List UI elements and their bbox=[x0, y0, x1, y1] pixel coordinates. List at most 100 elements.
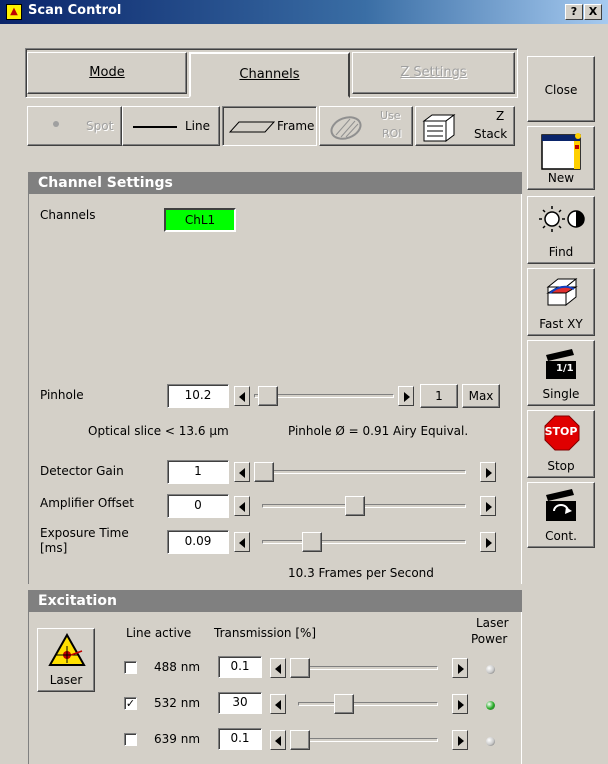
spot-icon bbox=[53, 121, 59, 127]
stop-sign-text: STOP bbox=[544, 425, 578, 438]
frame-icon bbox=[229, 121, 275, 133]
detector-gain-increase-button[interactable] bbox=[480, 462, 496, 482]
line-532-increase-button[interactable] bbox=[452, 694, 468, 714]
slider-track bbox=[298, 702, 438, 706]
line-488-transmission-field[interactable]: 0.1 bbox=[218, 656, 262, 678]
laser-power-label-1: Laser bbox=[476, 616, 509, 630]
pinhole-airy-text: Pinhole Ø = 0.91 Airy Equival. bbox=[288, 424, 469, 438]
arrow-left-icon bbox=[275, 700, 281, 710]
roi-icon bbox=[330, 116, 362, 140]
single-icon-text: 1/1 bbox=[556, 363, 574, 374]
pinhole-label: Pinhole bbox=[40, 388, 84, 402]
stop-label: Stop bbox=[547, 459, 575, 473]
line-532-slider-thumb[interactable] bbox=[334, 694, 354, 714]
line-532-slider[interactable] bbox=[298, 694, 438, 714]
fast-xy-icon bbox=[546, 277, 578, 307]
exposure-time-field[interactable]: 0.09 bbox=[167, 530, 229, 554]
frame-button[interactable]: Frame bbox=[222, 106, 317, 146]
slider-track bbox=[290, 738, 438, 742]
line-488-increase-button[interactable] bbox=[452, 658, 468, 678]
line-639-increase-button[interactable] bbox=[452, 730, 468, 750]
arrow-right-icon bbox=[458, 700, 464, 710]
tab-channels[interactable]: Channels bbox=[189, 52, 350, 98]
tab-mode[interactable]: Mode bbox=[27, 52, 187, 94]
line-button[interactable]: Line bbox=[122, 106, 220, 146]
single-button[interactable]: 1/1 Single bbox=[527, 340, 595, 406]
exposure-slider[interactable] bbox=[262, 532, 466, 552]
exposure-decrease-button[interactable] bbox=[234, 532, 250, 552]
pinhole-max-button[interactable]: Max bbox=[462, 384, 500, 408]
spot-button[interactable]: Spot bbox=[27, 106, 122, 146]
exposure-increase-button[interactable] bbox=[480, 532, 496, 552]
frame-label: Frame bbox=[277, 119, 315, 133]
detector-gain-field[interactable]: 1 bbox=[167, 460, 229, 484]
close-label: Close bbox=[544, 83, 578, 97]
slider-track bbox=[290, 666, 438, 670]
cont-label: Cont. bbox=[545, 529, 577, 543]
amplifier-offset-slider[interactable] bbox=[262, 496, 466, 516]
line-532-transmission-field[interactable]: 30 bbox=[218, 692, 262, 714]
line-488-checkbox[interactable] bbox=[124, 661, 137, 674]
amplifier-offset-increase-button[interactable] bbox=[480, 496, 496, 516]
line-488-label: 488 nm bbox=[154, 660, 201, 674]
pinhole-slider-thumb[interactable] bbox=[258, 386, 278, 406]
tab-channels-label: Channels bbox=[239, 67, 300, 82]
detector-gain-decrease-button[interactable] bbox=[234, 462, 250, 482]
window-close-button[interactable]: X bbox=[584, 4, 602, 20]
channel-chl1-button[interactable]: ChL1 bbox=[164, 208, 236, 232]
single-label: Single bbox=[542, 387, 580, 401]
line-488-slider-thumb[interactable] bbox=[290, 658, 310, 678]
stop-button[interactable]: STOP Stop bbox=[527, 410, 595, 478]
use-roi-label-1: Use bbox=[380, 109, 401, 122]
channels-label: Channels bbox=[40, 208, 96, 222]
spot-label: Spot bbox=[86, 119, 114, 133]
line-488-slider[interactable] bbox=[290, 658, 438, 678]
line-488-decrease-button[interactable] bbox=[270, 658, 286, 678]
pinhole-decrease-button[interactable] bbox=[234, 386, 250, 406]
line-639-decrease-button[interactable] bbox=[270, 730, 286, 750]
pinhole-value-field[interactable]: 10.2 bbox=[167, 384, 229, 408]
laser-button-label: Laser bbox=[49, 673, 83, 687]
line-639-checkbox[interactable] bbox=[124, 733, 137, 746]
tab-mode-label: Mode bbox=[89, 65, 125, 80]
slider-track bbox=[262, 540, 466, 544]
line-639-transmission-field[interactable]: 0.1 bbox=[218, 728, 262, 750]
amplifier-offset-decrease-button[interactable] bbox=[234, 496, 250, 516]
laser-hazard-icon bbox=[48, 633, 86, 666]
exposure-time-label: Exposure Time bbox=[40, 526, 129, 540]
tab-z-settings[interactable]: Z Settings bbox=[352, 52, 515, 94]
arrow-left-icon bbox=[275, 736, 281, 746]
detector-gain-slider-thumb[interactable] bbox=[254, 462, 274, 482]
fast-xy-button[interactable]: Fast XY bbox=[527, 268, 595, 336]
find-button[interactable]: Find bbox=[527, 196, 595, 264]
laser-button[interactable]: Laser bbox=[37, 628, 95, 692]
exposure-slider-thumb[interactable] bbox=[302, 532, 322, 552]
line-639-slider[interactable] bbox=[290, 730, 438, 750]
new-button[interactable]: New bbox=[527, 126, 595, 190]
amplifier-offset-field[interactable]: 0 bbox=[167, 494, 229, 518]
pinhole-step-button[interactable]: 1 bbox=[420, 384, 458, 408]
arrow-right-icon bbox=[458, 736, 464, 746]
help-button[interactable]: ? bbox=[565, 4, 583, 20]
detector-gain-slider[interactable] bbox=[254, 462, 466, 482]
z-stack-button[interactable]: Z Stack bbox=[415, 106, 515, 146]
line-532-checkbox[interactable]: ✓ bbox=[124, 697, 137, 710]
cont-button[interactable]: Cont. bbox=[527, 482, 595, 548]
laser-warning-icon: ▲ bbox=[6, 4, 22, 20]
line-639-label: 639 nm bbox=[154, 732, 201, 746]
arrow-right-icon bbox=[486, 538, 492, 548]
line-488-power-led bbox=[486, 665, 495, 674]
close-button[interactable]: Close bbox=[527, 56, 595, 122]
pinhole-increase-button[interactable] bbox=[398, 386, 414, 406]
line-639-slider-thumb[interactable] bbox=[290, 730, 310, 750]
z-stack-label-1: Z bbox=[496, 109, 505, 123]
amplifier-offset-label: Amplifier Offset bbox=[40, 496, 134, 510]
pinhole-slider[interactable] bbox=[254, 386, 394, 406]
line-532-decrease-button[interactable] bbox=[270, 694, 286, 714]
arrow-right-icon bbox=[486, 502, 492, 512]
arrow-right-icon bbox=[486, 468, 492, 478]
z-stack-label-2: Stack bbox=[474, 127, 508, 141]
line-532-label: 532 nm bbox=[154, 696, 201, 710]
amplifier-offset-slider-thumb[interactable] bbox=[345, 496, 365, 516]
use-roi-button[interactable]: Use ROI bbox=[319, 106, 413, 146]
